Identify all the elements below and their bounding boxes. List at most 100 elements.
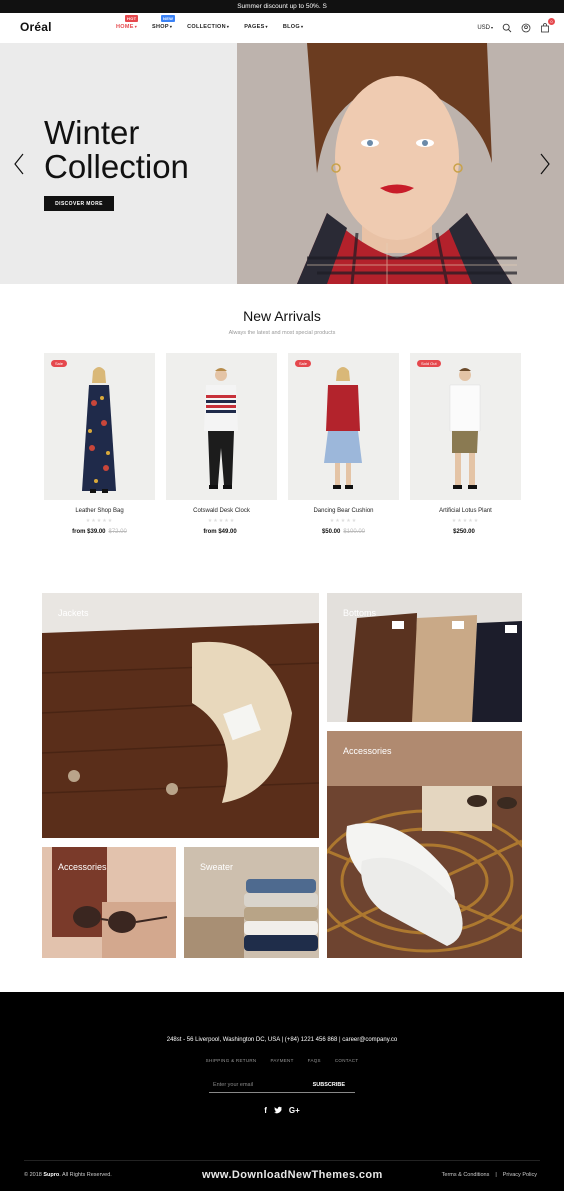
category-accessories-small[interactable]: Accessories [42, 847, 176, 958]
header-actions: USD▾ 0 [477, 18, 555, 33]
price-current: $50.00 [321, 529, 341, 535]
hero-slider: Winter Collection DISCOVER MORE [0, 43, 564, 284]
category-accessories-large[interactable]: Accessories [327, 731, 522, 958]
product-price: from $49.00 [166, 529, 277, 535]
product-price: $50.00 $100.00 [288, 529, 399, 535]
shopping-bag-icon [541, 23, 549, 33]
chevron-left-icon[interactable] [13, 153, 25, 175]
privacy-link[interactable]: Privacy Policy [503, 1172, 537, 1178]
product-card[interactable]: Sale Dancing Bear Cushion ★★★★★ $50.00 $1… [288, 353, 399, 535]
product-name[interactable]: Artificial Lotus Plant [410, 508, 521, 514]
footer-link-faqs[interactable]: FAQS [308, 1058, 321, 1063]
category-label: Accessories [58, 862, 107, 872]
announcement-text: Summer discount up to 50%. S [237, 3, 327, 10]
cart-button[interactable]: 0 [540, 18, 555, 33]
product-image[interactable]: Sale [288, 353, 399, 500]
search-icon[interactable] [502, 23, 512, 33]
copyright-prefix: © 2018 [24, 1172, 44, 1178]
account-icon[interactable] [521, 23, 531, 33]
nav-blog[interactable]: BLOG▾ [283, 24, 303, 30]
sale-tag: Sale [295, 360, 312, 367]
hero-model-image [237, 43, 564, 284]
rating-stars: ★★★★★ [451, 518, 480, 524]
chevron-down-icon: ▾ [490, 25, 493, 30]
chevron-down-icon: ▾ [265, 24, 268, 29]
price-old: $72.00 [108, 529, 127, 535]
chevron-right-icon[interactable] [539, 153, 551, 175]
footer-links: SHIPPING & RETURN PAYMENT FAQS CONTACT [0, 1058, 564, 1063]
site-header: Oréal HOT HOME▾ NEW SHOP▾ COLLECTION▾ PA… [0, 13, 564, 43]
product-image[interactable]: Sold Out [410, 353, 521, 500]
nav-pages[interactable]: PAGES▾ [244, 24, 268, 30]
chevron-down-icon: ▾ [300, 24, 304, 29]
chevron-down-icon: ▾ [226, 24, 230, 29]
nav-blog-label: BLOG [282, 24, 300, 30]
newsletter-form: SUBSCRIBE [209, 1080, 355, 1093]
category-label: Bottoms [343, 608, 377, 618]
jackets-image [42, 593, 319, 838]
new-arrivals-title: New Arrivals [243, 308, 321, 324]
nav-pages-label: PAGES [244, 24, 265, 30]
category-label: Accessories [343, 746, 392, 756]
accessories-shoes-image [327, 731, 522, 958]
nav-shop[interactable]: NEW SHOP▾ [152, 15, 176, 30]
logo[interactable]: Oréal [20, 20, 52, 34]
price-old: $100.00 [343, 529, 366, 535]
product-image[interactable] [166, 353, 277, 500]
rating-stars: ★★★★★ [207, 518, 236, 524]
new-arrivals-subtitle: Always the latest and most special produ… [228, 330, 336, 336]
facebook-icon[interactable]: f [264, 1106, 267, 1116]
new-badge: NEW [161, 15, 176, 22]
watermark: www.DownloadNewThemes.com [202, 1169, 383, 1181]
hot-badge: HOT [125, 15, 139, 22]
terms-link[interactable]: Terms & Conditions [442, 1172, 490, 1178]
category-sweater[interactable]: Sweater [184, 847, 319, 958]
category-jackets[interactable]: Jackets [42, 593, 319, 838]
hero-title-line1: Winter [44, 114, 140, 151]
footer-link-payment[interactable]: PAYMENT [270, 1058, 293, 1063]
footer-contact: 248st - 56 Liverpool, Washington DC, USA… [166, 1037, 398, 1043]
site-footer: 248st - 56 Liverpool, Washington DC, USA… [0, 992, 564, 1191]
hero-title: Winter Collection [44, 116, 189, 184]
legal-separator: | [495, 1172, 497, 1178]
copyright: © 2018 Supro. All Rights Reserved. [24, 1172, 112, 1178]
product-card[interactable]: Sold Out Artificial Lotus Plant ★★★★★ $2… [410, 353, 521, 535]
category-label: Sweater [200, 862, 234, 872]
footer-link-shipping[interactable]: SHIPPING & RETURN [206, 1058, 257, 1063]
copyright-suffix: . All Rights Reserved. [59, 1172, 112, 1178]
subscribe-button[interactable]: SUBSCRIBE [313, 1082, 345, 1088]
product-image[interactable]: Sale [44, 353, 155, 500]
main-nav: HOT HOME▾ NEW SHOP▾ COLLECTION▾ PAGES▾ B… [116, 15, 318, 30]
google-plus-icon[interactable]: G+ [289, 1106, 300, 1116]
product-grid: Sale Leather Shop Bag ★★★★★ from $39.00 $… [44, 353, 522, 548]
nav-collection-label: COLLECTION [187, 24, 226, 30]
social-links: f G+ [0, 1106, 564, 1116]
product-card[interactable]: Cotswald Desk Clock ★★★★★ from $49.00 [166, 353, 277, 535]
twitter-icon[interactable] [273, 1106, 282, 1116]
footer-link-contact[interactable]: CONTACT [335, 1058, 359, 1063]
category-label: Jackets [58, 608, 89, 618]
nav-shop-label: SHOP [152, 24, 169, 30]
category-bottoms[interactable]: Bottoms [327, 593, 522, 722]
copyright-brand: Supro [43, 1172, 60, 1178]
cart-count-badge: 0 [548, 18, 555, 25]
product-name[interactable]: Cotswald Desk Clock [166, 508, 277, 514]
currency-label: USD [477, 25, 490, 31]
chevron-down-icon: ▾ [169, 24, 173, 29]
chevron-down-icon: ▾ [134, 24, 138, 29]
hero-title-line2: Collection [44, 148, 189, 185]
nav-collection[interactable]: COLLECTION▾ [187, 24, 229, 30]
price-current: from $39.00 [72, 529, 106, 535]
rating-stars: ★★★★★ [329, 518, 358, 524]
product-name[interactable]: Leather Shop Bag [44, 508, 155, 514]
product-name[interactable]: Dancing Bear Cushion [288, 508, 399, 514]
product-card[interactable]: Sale Leather Shop Bag ★★★★★ from $39.00 $… [44, 353, 155, 535]
footer-divider [24, 1160, 540, 1161]
discover-more-button[interactable]: DISCOVER MORE [44, 196, 114, 211]
price-current: $250.00 [453, 529, 475, 535]
currency-selector[interactable]: USD▾ [477, 25, 493, 31]
sale-tag: Sale [51, 360, 68, 367]
price-current: from $49.00 [203, 529, 237, 535]
newsletter-email-input[interactable] [213, 1082, 308, 1088]
nav-home[interactable]: HOT HOME▾ [116, 15, 139, 30]
